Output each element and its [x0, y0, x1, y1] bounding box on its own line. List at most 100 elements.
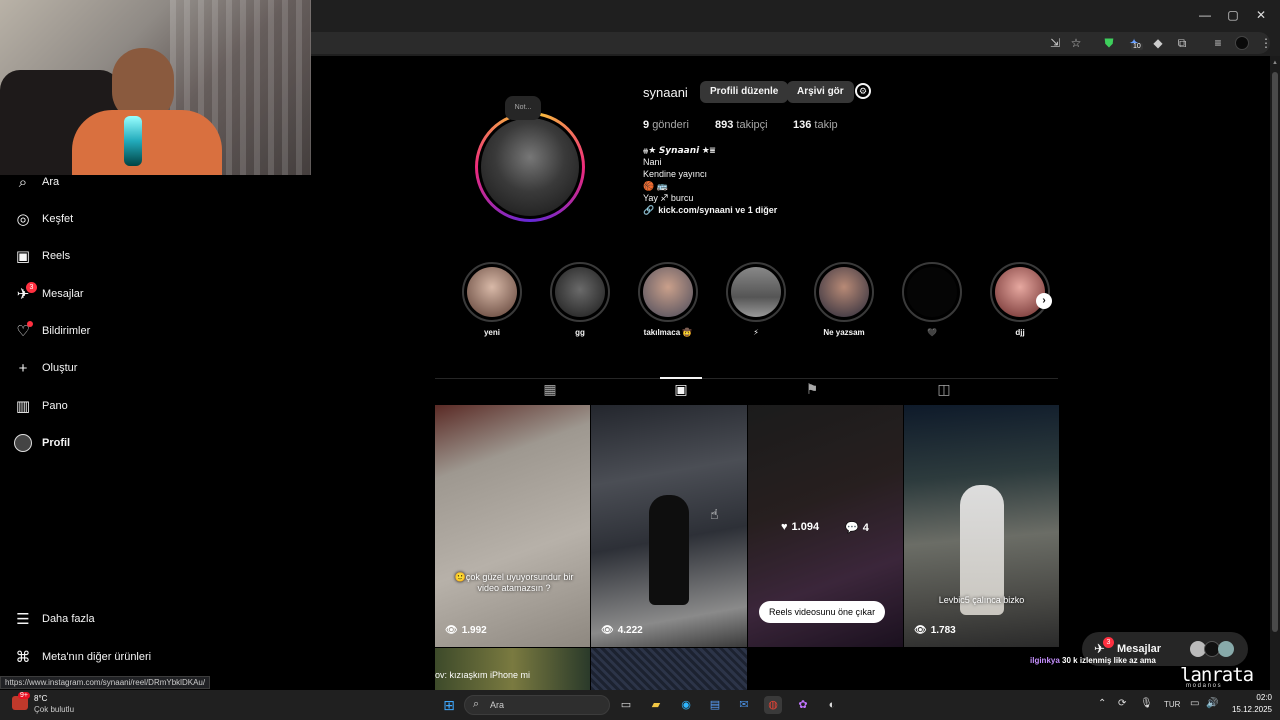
sidebar-item-profil[interactable]: ● Profil: [14, 431, 70, 455]
outlook-icon[interactable]: ✉: [735, 696, 753, 714]
messages-label: Mesajlar: [1117, 643, 1162, 655]
reel-comments: 💬 4: [845, 521, 869, 535]
maximize-button[interactable]: ▢: [1224, 6, 1242, 24]
reel-tile[interactable]: ov: kızıaşkım iPhone mi: [435, 648, 590, 690]
tray-chevron-icon[interactable]: ⌃: [1098, 698, 1106, 709]
taskbar-search[interactable]: ⌕ Ara: [464, 695, 610, 715]
diamond-extension-icon[interactable]: ◆: [1150, 35, 1166, 51]
highlight-label: gg: [575, 328, 585, 337]
sidebar-item-pano[interactable]: ▥ Pano: [14, 394, 68, 418]
edit-profile-button[interactable]: Profili düzenle: [700, 81, 789, 103]
story-highlight[interactable]: [726, 262, 786, 322]
story-highlight[interactable]: [462, 262, 522, 322]
tab-saved-bookmark-icon[interactable]: ⚑: [803, 380, 821, 398]
bio-link[interactable]: 🔗 kick.com/synaani ve 1 diğer: [643, 205, 777, 216]
obs-icon[interactable]: ◐: [823, 696, 841, 714]
highlight-label: takılmaca 🤠: [643, 328, 693, 337]
stream-chat-user: ilginkya: [1030, 656, 1060, 665]
microphone-tray-icon[interactable]: 🎙: [1140, 698, 1153, 709]
chrome-icon[interactable]: ◍: [764, 696, 782, 714]
mouse-cursor-icon: ☝: [710, 506, 719, 522]
status-url: https://www.instagram.com/synaani/reel/D…: [0, 676, 211, 689]
sidebar-more[interactable]: ☰ Daha fazla: [14, 607, 95, 631]
tabs-divider: [435, 378, 1058, 379]
install-app-icon[interactable]: ⇲: [1047, 35, 1063, 51]
highlight-cover: [995, 267, 1045, 317]
highlight-cover: [467, 267, 517, 317]
language-indicator[interactable]: TUR: [1164, 700, 1180, 709]
sync-icon[interactable]: ⟳: [1118, 698, 1126, 709]
close-button[interactable]: ✕: [1252, 6, 1270, 24]
highlight-cover: [731, 267, 781, 317]
highlight-cover: [643, 267, 693, 317]
bio-display-name: ⩷★ 𝙎𝙮𝙣𝙖𝙖𝙣𝙞 ★⩸: [643, 145, 716, 155]
sidebar-item-oluştur[interactable]: + Oluştur: [14, 356, 78, 380]
followers-stat[interactable]: 893 takipçi: [715, 119, 768, 131]
highlights-next-button[interactable]: ›: [1036, 293, 1052, 309]
plus-icon: +: [18, 359, 28, 377]
sidebar-item-keşfet[interactable]: ◎ Keşfet: [14, 207, 73, 231]
address-bar[interactable]: [300, 32, 1270, 54]
eye-icon: 👁: [914, 625, 927, 636]
reel-tile[interactable]: [591, 648, 747, 690]
scroll-up-icon[interactable]: ▲: [1272, 60, 1278, 66]
eye-icon: 👁: [445, 625, 458, 636]
tab-tagged-icon[interactable]: ◫: [935, 380, 953, 398]
tab-posts-grid-icon[interactable]: ▦: [541, 380, 559, 398]
sidebar-item-bildirimler[interactable]: ♡ Bildirimler: [14, 319, 90, 343]
story-highlight[interactable]: [550, 262, 610, 322]
reel-caption: 🙂çok güzel uyuyorsundur bir video atamaz…: [454, 572, 574, 593]
following-stat[interactable]: 136 takip: [793, 119, 838, 131]
sidebar-item-mesajlar[interactable]: ✈ 3 Mesajlar: [14, 282, 84, 306]
scrollbar-thumb[interactable]: [1272, 72, 1278, 632]
weather-temp[interactable]: 8°C: [34, 694, 47, 703]
settings-gear-icon[interactable]: ⚙: [855, 83, 871, 99]
profile-avatar-ring[interactable]: [475, 112, 585, 222]
sidebar-meta-products[interactable]: ⌘ Meta'nın diğer ürünleri: [14, 645, 152, 669]
windows-start-icon[interactable]: ⊞: [440, 696, 458, 714]
sidebar-more-label: Daha fazla: [42, 613, 95, 625]
task-view-icon[interactable]: ▭: [617, 696, 635, 714]
note-bubble[interactable]: Not...: [505, 96, 541, 120]
weather-condition[interactable]: Çok bulutlu: [34, 705, 74, 714]
reel-tile[interactable]: Levbic5 çalınca bizko 👁 1.783: [904, 405, 1059, 647]
reel-tile-hovered[interactable]: ♥ 1.094 💬 4 Reels videosunu öne çıkar: [748, 405, 903, 647]
bookmark-star-icon[interactable]: ☆: [1068, 35, 1084, 51]
sidebar-item-reels[interactable]: ▣ Reels: [14, 244, 70, 268]
weather-badge: 9+: [18, 692, 30, 699]
highlight-cover: [907, 267, 957, 317]
volume-icon[interactable]: 🔊: [1206, 698, 1218, 709]
highlight-label: 🖤: [927, 328, 937, 337]
profile-username: synaani: [643, 85, 688, 100]
reel-tile[interactable]: 🙂çok güzel uyuyorsundur bir video atamaz…: [435, 405, 590, 647]
tab-reels-icon[interactable]: ▣: [672, 380, 690, 398]
browser-profile-avatar[interactable]: [1235, 36, 1249, 50]
reel-tile[interactable]: 👁 4.222: [591, 405, 747, 647]
minimize-button[interactable]: —: [1196, 6, 1214, 24]
edge-icon[interactable]: ◉: [677, 696, 695, 714]
story-highlight[interactable]: [990, 262, 1050, 322]
highlight-label: ⚡: [753, 328, 759, 337]
browser-menu-icon[interactable]: ⋮: [1258, 35, 1274, 51]
story-highlight[interactable]: [814, 262, 874, 322]
highlight-label: yeni: [483, 328, 500, 337]
notification-dot: [27, 321, 33, 327]
clock-date[interactable]: 15.12.2025: [1228, 705, 1272, 714]
bio-link-text[interactable]: kick.com/synaani ve 1 diğer: [658, 205, 777, 216]
view-archive-button[interactable]: Arşivi gör: [787, 81, 854, 103]
clock-time[interactable]: 02:0: [1228, 693, 1272, 702]
copilot-icon[interactable]: ✿: [794, 696, 812, 714]
puzzle-icon[interactable]: ⧉: [1174, 35, 1190, 51]
story-highlight[interactable]: [902, 262, 962, 322]
pin-reel-button[interactable]: Reels videosunu öne çıkar: [759, 601, 886, 623]
store-icon[interactable]: ▤: [706, 696, 724, 714]
highlight-label: djj: [1015, 328, 1025, 337]
bio-line: 🏀 🚌: [643, 181, 668, 191]
reel-caption: Levbic5 çalınca bizko: [938, 595, 1025, 605]
search-placeholder: Ara: [490, 700, 505, 710]
file-explorer-icon[interactable]: ▰: [647, 696, 665, 714]
shield-extension-icon[interactable]: ⛊: [1101, 35, 1117, 51]
network-icon[interactable]: ▭: [1190, 698, 1199, 709]
media-control-icon[interactable]: ≡: [1210, 35, 1226, 51]
story-highlight[interactable]: [638, 262, 698, 322]
